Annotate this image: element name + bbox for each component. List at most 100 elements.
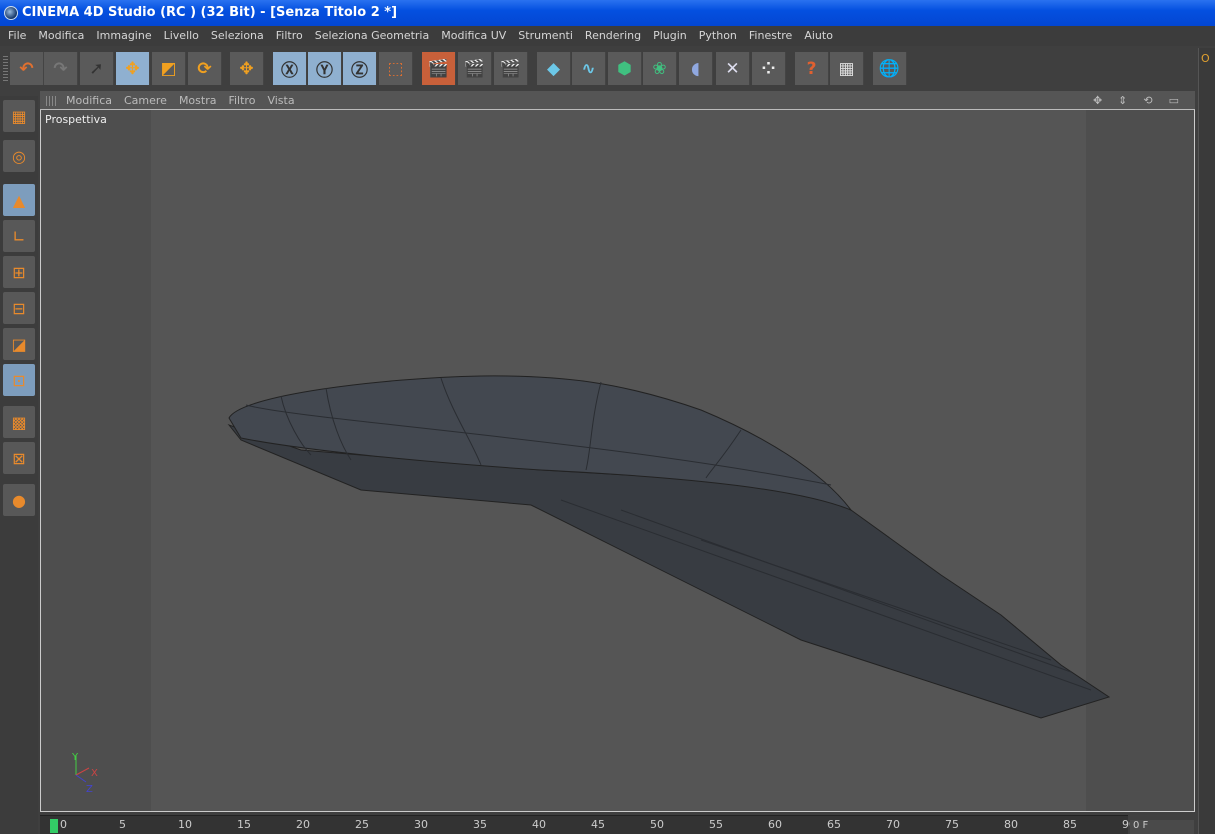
timeline-tick: 70 — [886, 818, 900, 831]
menu-item[interactable]: Python — [699, 26, 737, 46]
timeline-tick: 45 — [591, 818, 605, 831]
menu-item[interactable]: Aiuto — [804, 26, 833, 46]
menu-item[interactable]: Plugin — [653, 26, 687, 46]
mode-toolbar: ▦ ◎ ▲ ∟ ⊞ ⊟ ◪ ⊡ ▩ ⊠ ● — [0, 96, 38, 834]
object-mode-icon: ▲ — [12, 190, 26, 210]
redo-button[interactable]: ↷ — [44, 52, 78, 85]
x-axis-lock-button[interactable]: Ⓧ — [273, 52, 307, 85]
toolbar-grip[interactable] — [3, 56, 8, 82]
z-axis-lock-button[interactable]: Ⓩ — [343, 52, 377, 85]
help-table-icon: ▦ — [838, 58, 855, 79]
menu-item[interactable]: Rendering — [585, 26, 641, 46]
scale-icon: ◩ — [160, 58, 177, 79]
main-toolbar: ↶ ↷ ➚ ✥ ◩ ⟳ ✥ Ⓧ Ⓨ Ⓩ ⬚ 🎬 🎬 🎬 ◆ ∿ ⬢ ❀ ◖ ✕ ⁘? ▦ 🌐 — [0, 48, 1200, 88]
axis-gizmo: Y X Z — [71, 752, 98, 795]
texture-axis-button[interactable]: ⊠ — [3, 442, 35, 474]
polygons-mode-button[interactable]: ◪ — [3, 328, 35, 360]
timeline-tick: 0 — [60, 818, 67, 831]
axis-mode-icon: ∟ — [12, 226, 26, 246]
cube-button[interactable]: ◆ — [537, 52, 571, 85]
scene-icon: ✕ — [725, 58, 740, 79]
uv-mode-icon: ⊡ — [12, 370, 26, 390]
timeline-tick: 15 — [237, 818, 251, 831]
edges-mode-button[interactable]: ⊟ — [3, 292, 35, 324]
rotate-icon: ⟳ — [197, 58, 212, 79]
array-button[interactable]: ❀ — [643, 52, 677, 85]
menu-item[interactable]: Finestre — [749, 26, 792, 46]
viewport-header: Modifica Camere Mostra Filtro Vista ✥ ⇕ ⟲ ▭ — [40, 91, 1195, 110]
model-svg: Y X Z — [71, 375, 1111, 795]
viewport-menu-item[interactable]: Modifica — [66, 91, 112, 110]
subdivision-button[interactable]: ⬢ — [608, 52, 642, 85]
model-mode-button[interactable]: ◎ — [3, 140, 35, 172]
sculpt-button[interactable]: ● — [3, 484, 35, 516]
array-icon: ❀ — [652, 58, 667, 79]
timeline-tick: 85 — [1063, 818, 1077, 831]
live-selection-button[interactable]: ➚ — [80, 52, 114, 85]
playhead[interactable] — [50, 819, 58, 833]
axis-mode-button[interactable]: ∟ — [3, 220, 35, 252]
points-mode-button[interactable]: ⊞ — [3, 256, 35, 288]
viewport-menu: Modifica Camere Mostra Filtro Vista — [66, 91, 307, 110]
timeline-ruler[interactable]: 0 5 10 15 20 25 30 35 40 45 50 55 60 65 70 75 80 85 90 — [40, 815, 1136, 834]
rotate-button[interactable]: ⟳ — [188, 52, 222, 85]
menu-item[interactable]: Modifica UV — [441, 26, 506, 46]
cinema4d-logo-icon — [4, 6, 18, 20]
coordinate-system-button[interactable]: ⬚ — [379, 52, 413, 85]
render-picture-viewer-icon: 🎬 — [463, 58, 486, 79]
particles-button[interactable]: ⁘ — [752, 52, 786, 85]
maximize-icon[interactable]: ▭ — [1169, 91, 1179, 110]
world-move-button[interactable]: ✥ — [230, 52, 264, 85]
texture-mode-icon: ▩ — [11, 412, 27, 432]
timeline-tick: 60 — [768, 818, 782, 831]
help-table-button[interactable]: ▦ — [830, 52, 864, 85]
timeline-tick: 50 — [650, 818, 664, 831]
axis-y-label: Y — [71, 752, 79, 763]
spline-button[interactable]: ∿ — [572, 52, 606, 85]
texture-mode-button[interactable]: ▩ — [3, 406, 35, 438]
axis-x-label: X — [91, 768, 98, 779]
viewport-menu-item[interactable]: Vista — [267, 91, 294, 110]
scene-button[interactable]: ✕ — [716, 52, 750, 85]
undo-button[interactable]: ↶ — [10, 52, 44, 85]
render-picture-viewer-button[interactable]: 🎬 — [458, 52, 492, 85]
menu-item[interactable]: Seleziona — [211, 26, 264, 46]
render-settings-button[interactable]: 🎬 — [494, 52, 528, 85]
menu-item[interactable]: Strumenti — [518, 26, 573, 46]
menu-item[interactable]: Immagine — [96, 26, 151, 46]
move-button[interactable]: ✥ — [116, 52, 150, 85]
layout-button[interactable]: ▦ — [3, 100, 35, 132]
y-axis-lock-button[interactable]: Ⓨ — [308, 52, 342, 85]
perspective-viewport[interactable]: Prospettiva Y X Z — [40, 110, 1195, 812]
uv-mode-button[interactable]: ⊡ — [3, 364, 35, 396]
sculpt-icon: ● — [12, 490, 26, 510]
coordinate-system-icon: ⬚ — [387, 58, 404, 79]
web-button[interactable]: 🌐 — [873, 52, 907, 85]
window-title: CINEMA 4D Studio (RC ) (32 Bit) - [Senza… — [22, 5, 398, 20]
zoom-icon[interactable]: ⇕ — [1118, 91, 1127, 110]
orbit-icon[interactable]: ⟲ — [1143, 91, 1152, 110]
menu-item[interactable]: Modifica — [38, 26, 84, 46]
layout-icon: ▦ — [11, 106, 27, 126]
menu-item[interactable]: File — [8, 26, 26, 46]
viewport-menu-item[interactable]: Filtro — [228, 91, 255, 110]
viewport-grip[interactable] — [46, 96, 58, 106]
help-button[interactable]: ? — [795, 52, 829, 85]
pan-icon[interactable]: ✥ — [1093, 91, 1102, 110]
move-icon: ✥ — [125, 58, 140, 79]
viewport-menu-item[interactable]: Camere — [124, 91, 167, 110]
objects-tab[interactable]: O — [1201, 52, 1210, 65]
help-icon: ? — [806, 58, 817, 79]
points-mode-icon: ⊞ — [12, 262, 26, 282]
scale-button[interactable]: ◩ — [152, 52, 186, 85]
menu-item[interactable]: Filtro — [276, 26, 303, 46]
menu-item[interactable]: Livello — [164, 26, 199, 46]
particles-icon: ⁘ — [761, 58, 776, 79]
menu-item[interactable]: Seleziona Geometria — [315, 26, 429, 46]
viewport-menu-item[interactable]: Mostra — [179, 91, 217, 110]
object-mode-button[interactable]: ▲ — [3, 184, 35, 216]
render-view-button[interactable]: 🎬 — [422, 52, 456, 85]
current-frame-field[interactable]: 0 F — [1130, 820, 1194, 834]
timeline-tick: 20 — [296, 818, 310, 831]
deformer-button[interactable]: ◖ — [679, 52, 713, 85]
